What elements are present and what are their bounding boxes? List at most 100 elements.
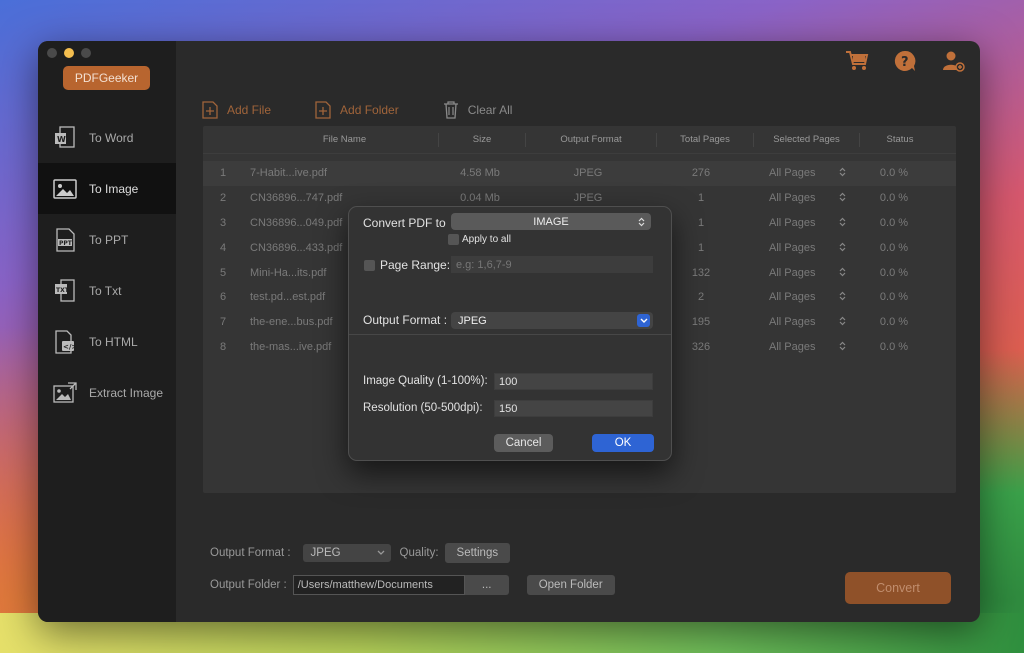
settings-button[interactable]: Settings xyxy=(444,543,511,563)
row-status: 0.0 % xyxy=(879,291,909,304)
up-down-arrows-icon xyxy=(839,341,846,351)
page-range-row: Page Range: xyxy=(364,258,450,272)
add-file-icon xyxy=(202,101,218,119)
trash-icon xyxy=(443,101,458,119)
row-status: 0.0 % xyxy=(879,216,909,229)
row-total-pages: 276 xyxy=(691,167,711,180)
chevron-down-icon xyxy=(637,314,650,327)
row-output-format: JPEG xyxy=(573,167,603,180)
selected-pages-select[interactable]: All Pages xyxy=(749,167,854,179)
row-size: 4.58 Mb xyxy=(460,167,500,180)
up-down-arrows-icon xyxy=(839,316,846,326)
selected-pages-value: All Pages xyxy=(769,167,816,180)
resolution-input[interactable]: 150 xyxy=(494,400,653,417)
cancel-button[interactable]: Cancel xyxy=(494,434,553,452)
apply-to-all-checkbox[interactable] xyxy=(448,234,459,245)
sidebar-item-to-txt[interactable]: TXT To Txt xyxy=(38,265,176,316)
row-status: 0.0 % xyxy=(879,192,909,205)
col-status[interactable]: Status xyxy=(860,133,940,147)
txt-doc-icon: TXT xyxy=(53,278,77,303)
row-index: 1 xyxy=(220,167,227,180)
add-folder-icon xyxy=(315,101,331,119)
clear-all-button[interactable]: Clear All xyxy=(443,101,512,119)
output-folder-input[interactable]: /Users/matthew/Documents xyxy=(292,575,465,595)
ok-button[interactable]: OK xyxy=(592,434,654,452)
selected-pages-select[interactable]: All Pages xyxy=(749,341,854,353)
output-settings: Output Format : JPEG Quality: Settings O… xyxy=(210,542,615,596)
page-range-input[interactable]: e.g: 1,6,7-9 xyxy=(451,256,653,273)
image-quality-label: Image Quality (1-100%): xyxy=(363,375,488,387)
col-output-format[interactable]: Output Format xyxy=(526,132,657,147)
maximize-window-button[interactable] xyxy=(81,48,91,58)
output-format-label: Output Format : xyxy=(363,313,448,327)
sidebar-item-label: To Image xyxy=(89,181,139,196)
sidebar-item-to-html[interactable]: </> To HTML xyxy=(38,316,176,367)
help-icon[interactable]: ? xyxy=(892,48,918,74)
convert-button[interactable]: Convert xyxy=(845,572,951,604)
selected-pages-value: All Pages xyxy=(769,340,816,353)
row-index: 5 xyxy=(220,266,227,279)
divider xyxy=(349,334,671,335)
output-folder-label: Output Folder : xyxy=(210,579,287,591)
up-down-arrows-icon xyxy=(839,267,846,276)
col-size[interactable]: Size xyxy=(439,132,526,147)
row-output-format: JPEG xyxy=(573,192,603,205)
svg-text:</>: </> xyxy=(63,343,76,351)
cart-icon[interactable] xyxy=(844,48,870,74)
topbar-actions: ? xyxy=(844,48,966,74)
user-add-icon[interactable] xyxy=(940,48,966,74)
selected-pages-value: All Pages xyxy=(769,316,816,329)
col-file-name[interactable]: File Name xyxy=(251,132,439,147)
open-folder-button[interactable]: Open Folder xyxy=(526,575,615,595)
selected-pages-select[interactable]: All Pages xyxy=(749,316,854,328)
row-status: 0.0 % xyxy=(879,167,909,180)
minimize-window-button[interactable] xyxy=(64,48,74,58)
table-header: File Name Size Output Format Total Pages… xyxy=(203,126,956,154)
selected-pages-value: All Pages xyxy=(769,216,816,229)
extract-image-icon xyxy=(53,381,77,405)
sidebar-nav: W To Word To Image PPT To PPT TXT To Txt… xyxy=(38,112,176,418)
svg-text:TXT: TXT xyxy=(56,287,70,294)
page-range-label: Page Range: xyxy=(380,258,451,272)
convert-to-label: Convert PDF to xyxy=(363,216,446,230)
col-selected-pages[interactable]: Selected Pages xyxy=(754,132,860,147)
sidebar-item-to-image[interactable]: To Image xyxy=(38,163,176,214)
selected-pages-value: All Pages xyxy=(769,291,816,304)
selected-pages-select[interactable]: All Pages xyxy=(749,217,854,229)
sidebar-item-label: To PPT xyxy=(89,232,129,247)
convert-settings-dialog: Convert PDF to IMAGE Apply to all Page R… xyxy=(348,206,672,461)
dialog-output-format-select[interactable]: JPEG xyxy=(451,312,653,329)
sidebar-item-to-word[interactable]: W To Word xyxy=(38,112,176,163)
resolution-label: Resolution (50-500dpi): xyxy=(363,402,483,414)
up-down-arrows-icon xyxy=(839,292,846,301)
sidebar-item-label: To Txt xyxy=(89,283,122,298)
output-format-select[interactable]: JPEG xyxy=(302,544,391,562)
chevron-down-icon xyxy=(377,550,384,555)
page-range-checkbox[interactable] xyxy=(364,259,375,271)
apply-to-all-row: Apply to all xyxy=(448,234,511,245)
up-down-arrows-icon xyxy=(839,217,846,227)
sidebar-item-label: To Word xyxy=(89,130,134,145)
row-status: 0.0 % xyxy=(879,316,909,329)
table-row[interactable]: 1 7-Habit...ive.pdf 4.58 Mb JPEG 276 All Page… xyxy=(203,161,956,186)
svg-text:?: ? xyxy=(901,55,909,70)
selected-pages-select[interactable]: All Pages xyxy=(749,291,854,303)
sidebar-item-extract-image[interactable]: Extract Image xyxy=(38,367,176,418)
col-total-pages[interactable]: Total Pages xyxy=(657,132,754,147)
row-status: 0.0 % xyxy=(879,266,909,279)
sidebar-item-to-ppt[interactable]: PPT To PPT xyxy=(38,214,176,265)
image-quality-input[interactable]: 100 xyxy=(494,373,653,390)
up-down-arrows-icon xyxy=(839,242,846,252)
row-file-name: 7-Habit...ive.pdf xyxy=(250,167,328,180)
close-window-button[interactable] xyxy=(47,48,57,58)
add-file-button[interactable]: Add File xyxy=(202,101,271,119)
svg-text:W: W xyxy=(57,135,66,144)
word-doc-icon: W xyxy=(53,125,77,150)
selected-pages-value: All Pages xyxy=(769,192,816,205)
selected-pages-select[interactable]: All Pages xyxy=(749,192,854,204)
browse-button[interactable]: ... xyxy=(464,575,509,595)
convert-to-select[interactable]: IMAGE xyxy=(451,213,651,230)
selected-pages-select[interactable]: All Pages xyxy=(749,242,854,254)
selected-pages-select[interactable]: All Pages xyxy=(749,267,854,279)
add-folder-button[interactable]: Add Folder xyxy=(315,101,399,119)
